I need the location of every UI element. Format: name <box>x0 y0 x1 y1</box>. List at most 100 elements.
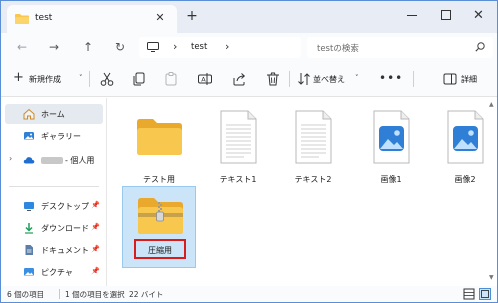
tab-title: test <box>35 13 53 23</box>
new-tab-button[interactable]: + <box>185 9 199 23</box>
search-icon <box>475 42 485 52</box>
vertical-scrollbar[interactable]: ▲ ▼ <box>487 98 497 286</box>
pin-icon[interactable]: 📌 <box>91 201 100 209</box>
status-divider <box>59 289 60 299</box>
file-item[interactable]: テスト用 <box>122 104 196 190</box>
chevron-down-icon: ˅ <box>79 74 83 82</box>
sidebar-item-home[interactable]: ホーム <box>5 104 103 124</box>
file-name: テキスト1 <box>219 175 257 184</box>
file-item[interactable]: 画像1 <box>354 104 428 190</box>
status-bar: 6 個の項目 1 個の項目を選択 22 バイト <box>1 286 497 302</box>
minimize-button[interactable] <box>395 1 429 31</box>
pin-icon[interactable]: 📌 <box>91 245 100 253</box>
breadcrumb-chevron-icon[interactable]: › <box>225 40 229 53</box>
sort-icon <box>298 73 310 85</box>
document-icon <box>25 245 33 255</box>
sidebar-item-label: ダウンロード <box>41 224 89 233</box>
rename-icon[interactable]: A <box>197 71 213 87</box>
plus-icon: + <box>13 70 24 85</box>
cut-icon[interactable] <box>99 71 115 87</box>
sidebar-item-onedrive[interactable]: › - 個人用 <box>5 150 103 170</box>
highlight-box <box>134 239 186 259</box>
details-pane-icon <box>443 73 457 85</box>
cloud-icon <box>23 157 35 164</box>
minimize-icon <box>407 15 417 16</box>
monitor-icon <box>147 42 159 52</box>
details-view-icon[interactable] <box>463 288 475 300</box>
sidebar-onedrive-text: - 個人用 <box>41 155 94 166</box>
breadcrumb-test[interactable]: test <box>191 42 207 52</box>
search-input[interactable]: testの検索 <box>307 37 493 58</box>
close-button[interactable]: ✕ <box>463 1 497 31</box>
file-item-selected[interactable]: 圧縮用 <box>122 186 196 268</box>
toolbar-divider <box>413 71 414 87</box>
file-list-view: テスト用 テキスト1 テキスト2 画像1 画像2 圧縮用 <box>108 98 485 286</box>
sidebar-item-pictures[interactable]: ピクチャ 📌 <box>5 262 103 282</box>
sidebar-item-label: デスクトップ <box>41 202 89 211</box>
text-file-icon <box>295 110 332 164</box>
up-button[interactable]: ↑ <box>79 39 97 55</box>
file-name: 画像1 <box>380 175 402 184</box>
maximize-button[interactable] <box>429 1 463 31</box>
back-button[interactable]: ← <box>13 39 31 55</box>
close-icon: ✕ <box>473 8 484 23</box>
large-icons-view-icon[interactable] <box>479 288 491 300</box>
pin-icon[interactable]: 📌 <box>91 267 100 275</box>
sidebar-item-desktop[interactable]: デスクトップ 📌 <box>5 196 103 216</box>
paste-icon[interactable] <box>163 71 179 87</box>
file-name: テキスト2 <box>294 175 332 184</box>
gallery-icon <box>24 132 34 140</box>
sidebar-divider <box>9 186 99 187</box>
svg-text:A: A <box>201 76 206 84</box>
file-item[interactable]: テキスト2 <box>276 104 350 190</box>
new-label: 新規作成 <box>29 75 61 84</box>
more-options-icon[interactable]: ••• <box>379 71 403 85</box>
selection-count: 1 個の項目を選択 <box>65 290 125 299</box>
chevron-right-icon[interactable]: › <box>9 154 12 163</box>
text-file-icon <box>220 110 257 164</box>
desktop-icon <box>24 202 34 211</box>
copy-icon[interactable] <box>131 71 147 87</box>
delete-icon[interactable] <box>265 71 281 87</box>
scroll-down-icon[interactable]: ▼ <box>489 274 494 281</box>
toolbar-divider <box>289 71 290 87</box>
details-label: 詳細 <box>461 75 477 84</box>
toolbar-divider <box>89 71 90 87</box>
image-file-icon <box>373 110 410 164</box>
pin-icon[interactable]: 📌 <box>91 223 100 231</box>
scroll-up-icon[interactable]: ▲ <box>489 101 494 108</box>
pictures-icon <box>24 268 34 276</box>
title-bar: test ✕ + ✕ <box>1 1 497 33</box>
tab-close-icon[interactable]: ✕ <box>153 11 167 25</box>
file-item[interactable]: テキスト1 <box>201 104 275 190</box>
folder-icon <box>137 119 182 155</box>
sidebar-item-documents[interactable]: ドキュメント 📌 <box>5 240 103 260</box>
breadcrumb-chevron-icon[interactable]: › <box>173 40 177 53</box>
sidebar-item-label: ホーム <box>41 110 65 119</box>
chevron-down-icon: ˅ <box>355 74 359 82</box>
search-placeholder: testの検索 <box>317 44 359 54</box>
address-row: ← → ↑ ↻ › test › testの検索 <box>1 33 497 61</box>
sidebar-item-gallery[interactable]: ギャラリー <box>5 126 103 146</box>
item-count: 6 個の項目 <box>7 290 45 299</box>
redacted-name <box>41 157 63 164</box>
folder-icon <box>15 14 29 24</box>
navigation-pane: ホーム ギャラリー › - 個人用 デスクトップ 📌 ダウンロード 📌 ドキュメ… <box>1 98 107 286</box>
image-file-icon <box>447 110 484 164</box>
command-bar: + 新規作成 ˅ A 並べ替え ˅ ••• 詳細 <box>1 61 497 97</box>
sidebar-item-downloads[interactable]: ダウンロード 📌 <box>5 218 103 238</box>
sidebar-item-label: ドキュメント <box>41 246 89 255</box>
selection-size: 22 バイト <box>129 290 164 299</box>
home-icon <box>23 108 35 120</box>
download-icon <box>25 223 33 234</box>
sidebar-item-label: - 個人用 <box>65 156 95 165</box>
file-explorer-window: test ✕ + ✕ ← → ↑ ↻ › test › testの検索 + 新規… <box>0 0 498 303</box>
share-icon[interactable] <box>231 71 247 87</box>
file-name: テスト用 <box>143 175 175 184</box>
maximize-icon <box>441 10 451 20</box>
sidebar-item-label: ピクチャ <box>41 268 73 277</box>
forward-button[interactable]: → <box>45 39 63 55</box>
refresh-button[interactable]: ↻ <box>111 39 129 55</box>
tab-test[interactable]: test ✕ <box>7 5 177 33</box>
address-bar[interactable]: › test › <box>139 37 301 58</box>
